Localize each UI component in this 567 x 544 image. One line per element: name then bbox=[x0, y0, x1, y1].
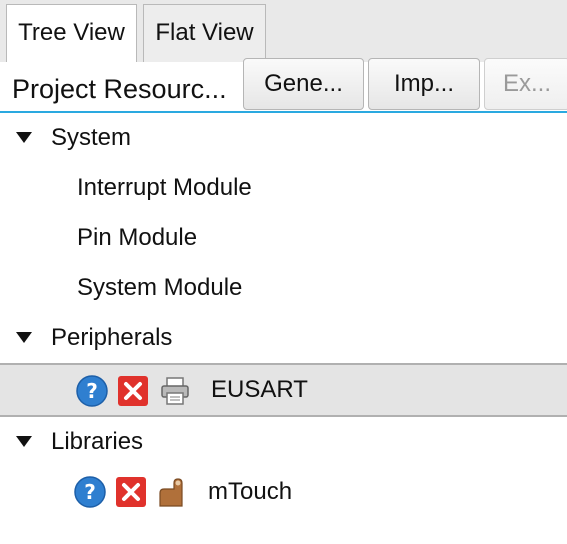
tree-item-label: Interrupt Module bbox=[77, 174, 252, 201]
tree-node-system[interactable]: System bbox=[0, 113, 567, 163]
tab-tree-view[interactable]: Tree View bbox=[6, 4, 137, 62]
tree-item-system-module[interactable]: System Module bbox=[0, 263, 567, 313]
printer-icon bbox=[161, 377, 189, 405]
tree-node-label: System bbox=[51, 124, 132, 151]
help-icon[interactable]: ? bbox=[74, 476, 106, 508]
panel-title: Project Resourc... bbox=[12, 74, 227, 104]
tree-node-libraries[interactable]: Libraries bbox=[0, 417, 567, 467]
tree-node-label: Peripherals bbox=[51, 324, 173, 351]
view-tab-strip: Tree View Flat View bbox=[0, 0, 567, 62]
tree-item-label: mTouch bbox=[208, 478, 293, 505]
svg-text:?: ? bbox=[84, 480, 96, 504]
tree-node-peripherals[interactable]: Peripherals bbox=[0, 313, 567, 363]
remove-icon[interactable] bbox=[117, 375, 149, 407]
tree-item-interrupt-module[interactable]: Interrupt Module bbox=[0, 163, 567, 213]
tree-node-label: Libraries bbox=[51, 428, 144, 455]
import-button[interactable]: Imp... bbox=[368, 58, 480, 110]
tree-item-mtouch[interactable]: ? mTouch bbox=[0, 467, 567, 517]
tab-flat-view[interactable]: Flat View bbox=[143, 4, 266, 62]
generate-button[interactable]: Gene... bbox=[243, 58, 364, 110]
tree-item-eusart[interactable]: ? EUSART bbox=[0, 363, 567, 417]
expand-caret-icon[interactable] bbox=[16, 436, 32, 447]
expand-caret-icon[interactable] bbox=[16, 332, 32, 343]
tree-item-label: EUSART bbox=[211, 376, 308, 403]
remove-icon[interactable] bbox=[115, 476, 147, 508]
tree-item-pin-module[interactable]: Pin Module bbox=[0, 213, 567, 263]
svg-text:?: ? bbox=[86, 379, 98, 403]
tree-item-label: System Module bbox=[77, 274, 243, 301]
touch-hand-icon bbox=[159, 478, 183, 507]
help-icon[interactable]: ? bbox=[76, 375, 108, 407]
export-button[interactable]: Ex... bbox=[484, 58, 567, 110]
tree-item-label: Pin Module bbox=[77, 224, 198, 251]
expand-caret-icon[interactable] bbox=[16, 132, 32, 143]
